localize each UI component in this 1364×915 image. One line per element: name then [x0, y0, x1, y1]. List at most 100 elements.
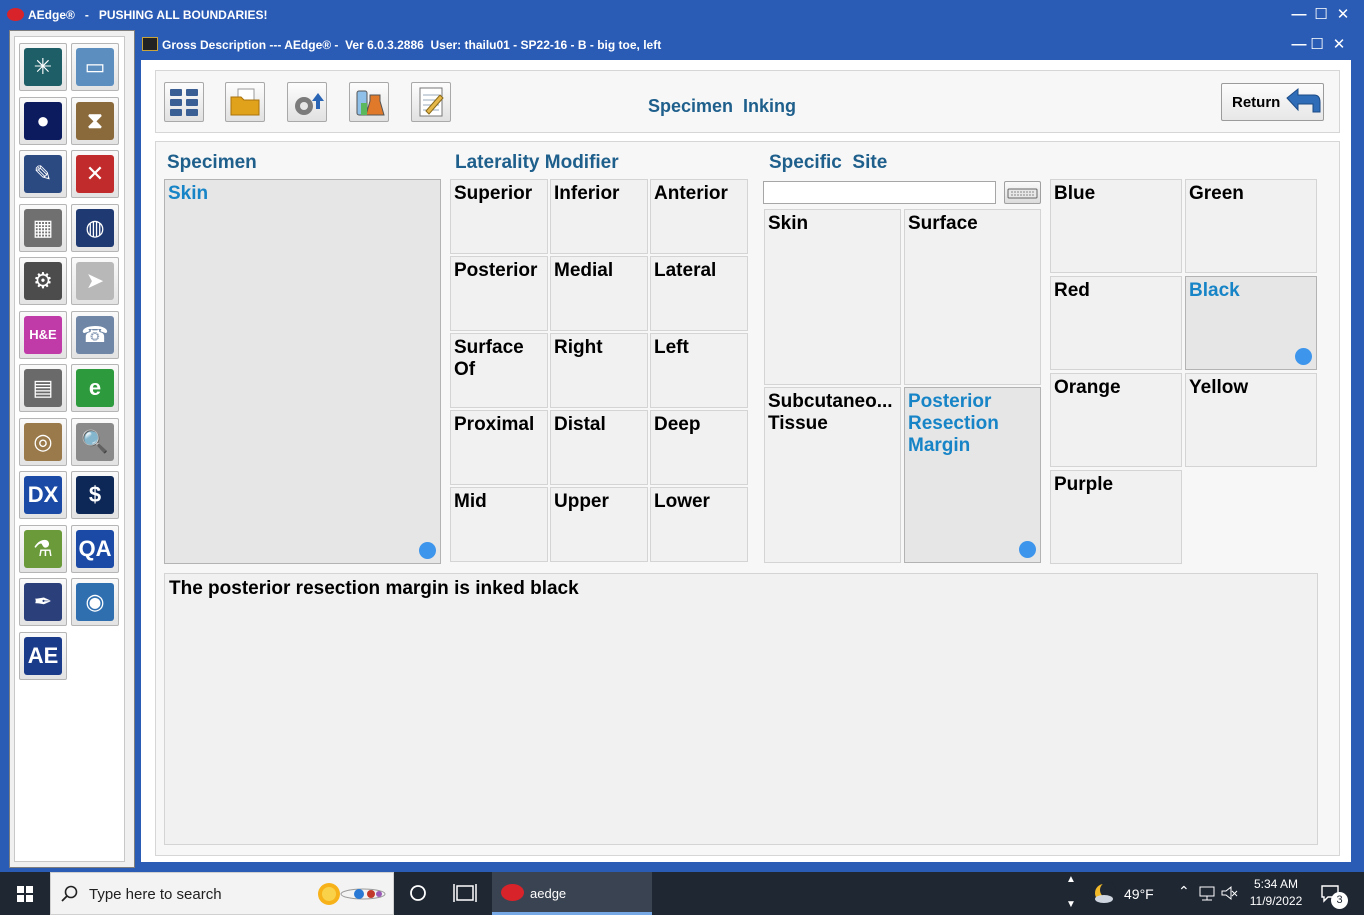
lab-flask-tool-button[interactable]: ⚗	[19, 524, 67, 573]
site-posterior-button-label: Posterior Resection Margin	[908, 391, 999, 456]
laterality-anterior-button[interactable]: Anterior	[650, 179, 748, 254]
paper-plane-tool-button[interactable]: ➤	[71, 257, 119, 305]
laterality-right-button[interactable]: Right	[550, 333, 648, 408]
notification-center-button[interactable]: 3	[1316, 872, 1356, 915]
laterality-inferior-button[interactable]: Inferior	[550, 179, 648, 254]
laterality-lateral-button[interactable]: Lateral	[650, 256, 748, 331]
settings-upload-button[interactable]	[287, 82, 327, 122]
chevron-up-icon: ▲	[1066, 874, 1076, 885]
ink-green-button[interactable]: Green	[1185, 179, 1317, 273]
search-icon	[61, 885, 78, 902]
grid-icon	[170, 89, 198, 116]
microtome-tool-button[interactable]: ⚙	[19, 257, 67, 305]
taskbar-clock[interactable]: 5:34 AM 11/9/2022	[1244, 872, 1308, 915]
app-minimize-button[interactable]: —	[1290, 6, 1308, 24]
weather-widget[interactable]: 49°F	[1090, 872, 1160, 915]
magnifier-doc-tool-button[interactable]: 🔍	[71, 417, 119, 466]
ink-black-button[interactable]: Black	[1185, 276, 1317, 370]
cortana-circle-icon	[410, 885, 426, 901]
web-globe-tool-button[interactable]: ◉	[71, 578, 119, 626]
laterality-upper-button[interactable]: Upper	[550, 487, 648, 562]
start-button[interactable]	[0, 872, 50, 915]
ink-jar-tool-button[interactable]: ✎	[19, 150, 67, 198]
keyboard-button[interactable]	[1004, 181, 1041, 204]
laterality-proximal-button[interactable]: Proximal	[450, 410, 548, 485]
return-button[interactable]: Return	[1221, 83, 1324, 121]
computer-tool-button[interactable]: ▭	[71, 43, 119, 91]
cassette-tool-button[interactable]: ✳	[19, 43, 67, 91]
gross-description-text[interactable]: The posterior resection margin is inked …	[164, 573, 1318, 845]
aedge-logo-icon	[7, 8, 24, 21]
he-stain-tool-button[interactable]: H&E	[19, 310, 67, 359]
cassette-icon: ✳	[24, 48, 62, 86]
site-skin-button-label: Skin	[768, 213, 809, 234]
laterality-medial-button[interactable]: Medial	[550, 256, 648, 331]
ink-red-button[interactable]: Red	[1050, 276, 1182, 370]
site-skin-button[interactable]: Skin	[764, 209, 901, 385]
tools-icon: ✕	[76, 155, 114, 193]
notepad-icon	[419, 87, 444, 117]
task-view-circle-button[interactable]	[398, 872, 438, 915]
fax-tool-button[interactable]: ☎	[71, 310, 119, 359]
ink-black-button-label: Black	[1189, 280, 1240, 301]
network-icon	[1199, 886, 1215, 901]
site-subcutaneo-button[interactable]: Subcutaneo... Tissue	[764, 387, 901, 563]
laterality-surface-of-button[interactable]: Surface Of	[450, 333, 548, 408]
app-close-button[interactable]: ✕	[1334, 6, 1352, 24]
laterality-deep-button[interactable]: Deep	[650, 410, 748, 485]
notes-button[interactable]	[411, 82, 451, 122]
ink-red-button-label: Red	[1054, 280, 1090, 301]
hourglass-tool-button[interactable]: ⧗	[71, 96, 119, 145]
fountain-pen-tool-button[interactable]: ✒	[19, 578, 67, 626]
taskbar-scroll[interactable]: ▲ ▼	[1062, 872, 1080, 915]
qa-tool-button[interactable]: QA	[71, 524, 119, 573]
app-maximize-button[interactable]: ☐	[1312, 6, 1330, 24]
weather-temperature: 49°F	[1124, 886, 1154, 902]
taskbar-app-label: aedge	[530, 886, 567, 901]
printer-machine-tool-button[interactable]: ▦	[19, 203, 67, 252]
laterality-distal-button[interactable]: Distal	[550, 410, 648, 485]
child-maximize-button[interactable]: ☐	[1308, 36, 1326, 54]
taskbar-search-box[interactable]: Type here to search	[50, 872, 394, 915]
open-folder-button[interactable]	[225, 82, 265, 122]
laterality-posterior-button[interactable]: Posterior	[450, 256, 548, 331]
dx-tool-button[interactable]: DX	[19, 471, 67, 519]
billing-tool-button[interactable]: $	[71, 471, 119, 519]
site-surface-button[interactable]: Surface	[904, 209, 1041, 385]
laterality-left-button[interactable]: Left	[650, 333, 748, 408]
laterality-mid-button[interactable]: Mid	[450, 487, 548, 562]
aedge-logo-tool-button[interactable]: AE	[19, 631, 67, 680]
grid-view-button[interactable]	[164, 82, 204, 122]
return-arrow-icon	[1286, 87, 1321, 113]
ink-blue-button-label: Blue	[1054, 183, 1096, 204]
specimen-jar-tool-button[interactable]: ●	[19, 96, 67, 145]
laterality-surface-of-button-label: Surface Of	[454, 337, 524, 380]
laterality-superior-button[interactable]: Superior	[450, 179, 548, 254]
gross-exam-tool-button[interactable]: ◎	[19, 417, 67, 466]
keyboard-icon	[1007, 188, 1038, 199]
task-view-button[interactable]	[445, 872, 485, 915]
app-title-bar: AEdge® - PUSHING ALL BOUNDARIES! — ☐ ✕	[0, 0, 1364, 30]
email-arrow-tool-button[interactable]: e	[71, 364, 119, 412]
ink-orange-button[interactable]: Orange	[1050, 373, 1182, 467]
laterality-lower-button[interactable]: Lower	[650, 487, 748, 562]
site-posterior-button[interactable]: Posterior Resection Margin	[904, 387, 1041, 563]
selected-indicator-icon	[1019, 541, 1036, 558]
child-close-button[interactable]: ✕	[1330, 36, 1348, 54]
ink-blue-button[interactable]: Blue	[1050, 179, 1182, 273]
taskbar-app-aedge[interactable]: aedge	[492, 872, 652, 915]
system-tray[interactable]: ⌃	[1176, 872, 1240, 915]
laterality-superior-button-label: Superior	[454, 183, 533, 204]
ink-yellow-button[interactable]: Yellow	[1185, 373, 1317, 467]
site-search-input[interactable]	[763, 181, 996, 204]
laterality-deep-button-label: Deep	[654, 414, 701, 435]
lab-flask-icon: ⚗	[24, 529, 62, 568]
child-minimize-button[interactable]: —	[1290, 36, 1308, 54]
site-subcutaneo-button-label: Subcutaneo... Tissue	[768, 391, 893, 434]
ink-purple-button[interactable]: Purple	[1050, 470, 1182, 564]
globe-grid-tool-button[interactable]: ◍	[71, 203, 119, 252]
specimen-item-skin[interactable]: Skin	[164, 179, 441, 564]
lab-button[interactable]	[349, 82, 389, 122]
slides-tool-button[interactable]: ▤	[19, 364, 67, 412]
tools-tool-button[interactable]: ✕	[71, 150, 119, 198]
